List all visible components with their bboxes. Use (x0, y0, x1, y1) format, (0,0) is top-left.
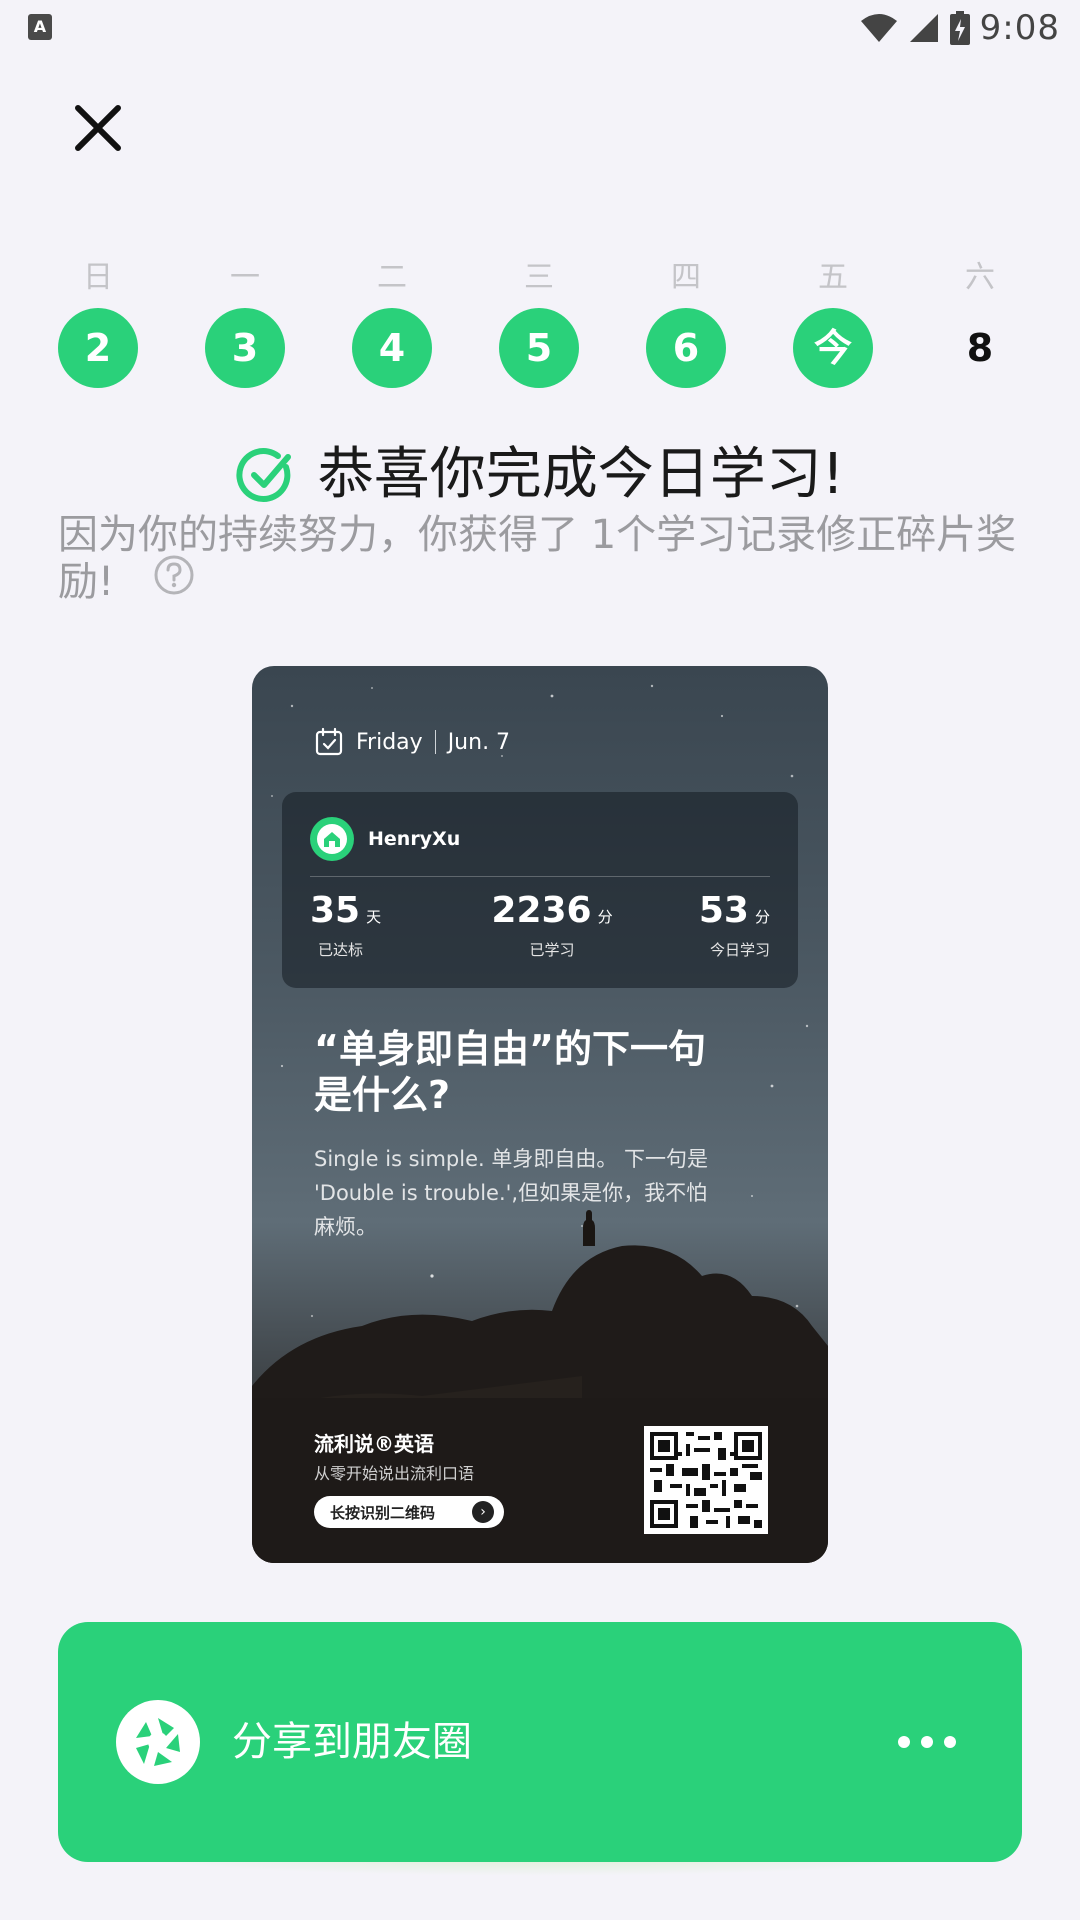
day-done-badge: 2 (58, 308, 138, 388)
home-icon (317, 824, 347, 854)
congrats-heading: 恭喜你完成今日学习! (0, 440, 1080, 510)
card-footer: 流利说®英语 从零开始说出流利口语 长按识别二维码 › (252, 1398, 828, 1563)
user-stats-panel: HenryXu 35 天 已达标 2236 分 已学习 53 分 今日学习 (282, 792, 798, 988)
stat-days-achieved: 35 天 已达标 (310, 890, 470, 960)
day-label: 五 (818, 260, 848, 295)
day-label: 二 (377, 260, 407, 295)
share-to-moments-button[interactable]: 分享到朋友圈 (58, 1622, 1022, 1862)
stat-value: 35 (310, 890, 361, 931)
divider (310, 876, 770, 877)
day-monday: 一 3 (205, 258, 285, 388)
quote-title: “单身即自由”的下一句是什么? (314, 1027, 706, 1117)
card-date: Friday Jun. 7 (314, 722, 510, 762)
stat-minutes-today: 53 分 今日学习 (610, 890, 770, 960)
signal-icon (909, 14, 938, 42)
scan-qr-label: 长按识别二维码 (330, 1503, 436, 1522)
day-sunday: 日 2 (58, 258, 138, 388)
status-time: 9:08 (979, 8, 1060, 48)
moments-shutter-icon (116, 1700, 200, 1784)
more-icon-dot (921, 1736, 933, 1748)
day-label: 四 (671, 260, 701, 295)
date-divider (434, 730, 436, 754)
card-date-text: Jun. 7 (447, 729, 511, 755)
share-label: 分享到朋友圈 (232, 1719, 472, 1765)
notification-app-icon: A (28, 14, 52, 40)
day-label: 六 (965, 260, 995, 295)
close-button[interactable] (66, 96, 130, 160)
stat-label: 今日学习 (709, 941, 770, 959)
more-icon (898, 1736, 910, 1748)
check-circle-icon (236, 448, 291, 502)
reward-message: 因为你的持续努力，你获得了 1个学习记录修正碎片奖励! (58, 512, 1028, 610)
day-thursday: 四 6 (646, 258, 726, 388)
day-saturday: 六 8 (940, 258, 1020, 388)
card-weekday: Friday (356, 729, 423, 755)
stat-label: 已达标 (318, 941, 364, 959)
day-wednesday: 三 5 (499, 258, 579, 388)
battery-icon (949, 11, 970, 45)
reward-message-text: 因为你的持续努力，你获得了 1个学习记录修正碎片奖励! (58, 512, 1017, 605)
day-done-badge: 4 (352, 308, 432, 388)
more-icon-dot (944, 1736, 956, 1748)
day-today-badge: 今 (793, 308, 873, 388)
user-name: HenryXu (368, 828, 461, 850)
stat-value: 53 (698, 890, 749, 931)
help-icon (154, 555, 194, 595)
share-card[interactable]: Friday Jun. 7 HenryXu 35 天 已达标 2236 分 已学习 … (252, 666, 828, 1563)
day-label: 一 (230, 260, 260, 295)
chevron-right-icon: › (472, 1501, 494, 1523)
day-friday-today: 五 今 (793, 258, 873, 388)
week-progress: 日 2 一 3 二 4 三 5 四 6 五 今 六 8 (58, 258, 1020, 388)
stat-unit: 天 (366, 908, 382, 926)
day-tuesday: 二 4 (352, 258, 432, 388)
wifi-icon (860, 14, 897, 42)
stat-value: 2236 (491, 890, 592, 931)
day-label: 日 (83, 260, 113, 295)
avatar (310, 817, 354, 861)
status-bar: A 9:08 (0, 0, 1080, 56)
qr-code[interactable] (644, 1426, 768, 1534)
congrats-title: 恭喜你完成今日学习! (317, 442, 845, 507)
day-done-badge: 6 (646, 308, 726, 388)
stat-label: 已学习 (529, 941, 575, 959)
qr-code-pattern (650, 1432, 762, 1528)
more-options-button[interactable] (892, 1722, 962, 1762)
stat-minutes-learned: 2236 分 已学习 (472, 890, 632, 960)
day-done-badge: 5 (499, 308, 579, 388)
stat-unit: 分 (754, 908, 770, 926)
day-label: 三 (524, 260, 554, 295)
day-date: 8 (966, 326, 994, 370)
brand-slogan: 从零开始说出流利口语 (314, 1464, 475, 1483)
calendar-icon (315, 727, 343, 756)
brand-name: 流利说®英语 (314, 1432, 434, 1456)
close-icon (75, 105, 121, 151)
user-row: HenryXu (310, 816, 460, 862)
scan-qr-pill: 长按识别二维码 › (314, 1496, 504, 1528)
help-button[interactable] (153, 554, 195, 606)
day-done-badge: 3 (205, 308, 285, 388)
